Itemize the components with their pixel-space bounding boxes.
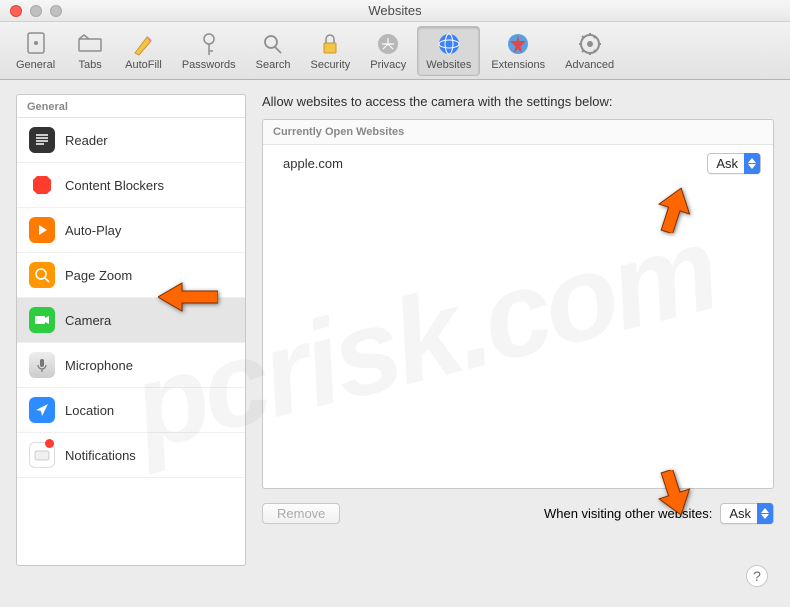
toolbar-label: Privacy [370,59,406,71]
sidebar-item-label: Location [65,403,114,418]
sidebar-item-label: Page Zoom [65,268,132,283]
sidebar-item-auto-play[interactable]: Auto-Play [17,208,245,253]
toolbar-privacy[interactable]: Privacy [361,26,415,76]
page-zoom-icon [29,262,55,288]
site-name-cell: apple.com [275,156,343,171]
toolbar-label: Security [310,59,350,71]
sidebar-item-notifications[interactable]: Notifications [17,433,245,478]
toolbar-general[interactable]: General [7,26,64,76]
camera-icon [29,307,55,333]
sidebar-item-label: Reader [65,133,108,148]
sidebar-item-content-blockers[interactable]: Content Blockers [17,163,245,208]
sidebar-item-camera[interactable]: Camera [17,298,245,343]
site-name: apple.com [283,156,343,171]
security-icon [316,31,344,57]
reader-icon [29,127,55,153]
sidebar: General Reader Content Blockers Auto-Pla… [16,94,246,566]
sidebar-item-label: Auto-Play [65,223,121,238]
bottom-bar: Remove When visiting other websites: Ask [262,489,774,524]
other-websites-label: When visiting other websites: [544,506,712,521]
site-row[interactable]: apple.com Ask [263,145,773,182]
toolbar-label: Passwords [182,59,236,71]
websites-list: Currently Open Websites apple.com Ask [262,119,774,489]
notification-badge [45,439,54,448]
select-value: Ask [729,506,757,521]
main-heading: Allow websites to access the camera with… [262,94,774,109]
search-icon [259,31,287,57]
list-header: Currently Open Websites [263,120,773,145]
toolbar-security[interactable]: Security [301,26,359,76]
auto-play-icon [29,217,55,243]
sidebar-item-reader[interactable]: Reader [17,118,245,163]
toolbar-autofill[interactable]: AutoFill [116,26,171,76]
toolbar-advanced[interactable]: Advanced [556,26,623,76]
sidebar-item-label: Content Blockers [65,178,164,193]
site-permission-select[interactable]: Ask [707,153,761,174]
sidebar-header: General [17,95,245,118]
privacy-icon [374,31,402,57]
general-icon [22,31,50,57]
minimize-window-button[interactable] [30,5,42,17]
sidebar-item-page-zoom[interactable]: Page Zoom [17,253,245,298]
toolbar-label: Search [256,59,291,71]
zoom-window-button[interactable] [50,5,62,17]
main-panel: Allow websites to access the camera with… [262,94,774,593]
advanced-icon [576,31,604,57]
remove-button[interactable]: Remove [262,503,340,524]
content-blockers-icon [29,172,55,198]
content-area: General Reader Content Blockers Auto-Pla… [0,80,790,607]
autofill-icon [129,31,157,57]
location-icon [29,397,55,423]
sidebar-item-location[interactable]: Location [17,388,245,433]
toolbar-label: Extensions [491,59,545,71]
passwords-icon [195,31,223,57]
extensions-icon [504,31,532,57]
other-websites-group: When visiting other websites: Ask [544,503,774,524]
window-titlebar: Websites [0,0,790,22]
toolbar-label: Websites [426,59,471,71]
sidebar-item-label: Camera [65,313,111,328]
toolbar-websites[interactable]: Websites [417,26,480,76]
toolbar-passwords[interactable]: Passwords [173,26,245,76]
sidebar-item-microphone[interactable]: Microphone [17,343,245,388]
select-arrows-icon [757,503,773,524]
sidebar-item-label: Notifications [65,448,136,463]
microphone-icon [29,352,55,378]
toolbar-label: General [16,59,55,71]
websites-icon [435,31,463,57]
preferences-toolbar: General Tabs AutoFill Passwords Search S… [0,22,790,80]
select-arrows-icon [744,153,760,174]
toolbar-extensions[interactable]: Extensions [482,26,554,76]
other-websites-select[interactable]: Ask [720,503,774,524]
select-value: Ask [716,156,744,171]
sidebar-item-label: Microphone [65,358,133,373]
window-title: Websites [0,3,790,18]
toolbar-tabs[interactable]: Tabs [66,26,114,76]
toolbar-label: AutoFill [125,59,162,71]
tabs-icon [76,31,104,57]
toolbar-label: Advanced [565,59,614,71]
close-window-button[interactable] [10,5,22,17]
toolbar-label: Tabs [79,59,102,71]
toolbar-search[interactable]: Search [247,26,300,76]
traffic-lights [0,5,62,17]
help-button[interactable]: ? [746,565,768,587]
